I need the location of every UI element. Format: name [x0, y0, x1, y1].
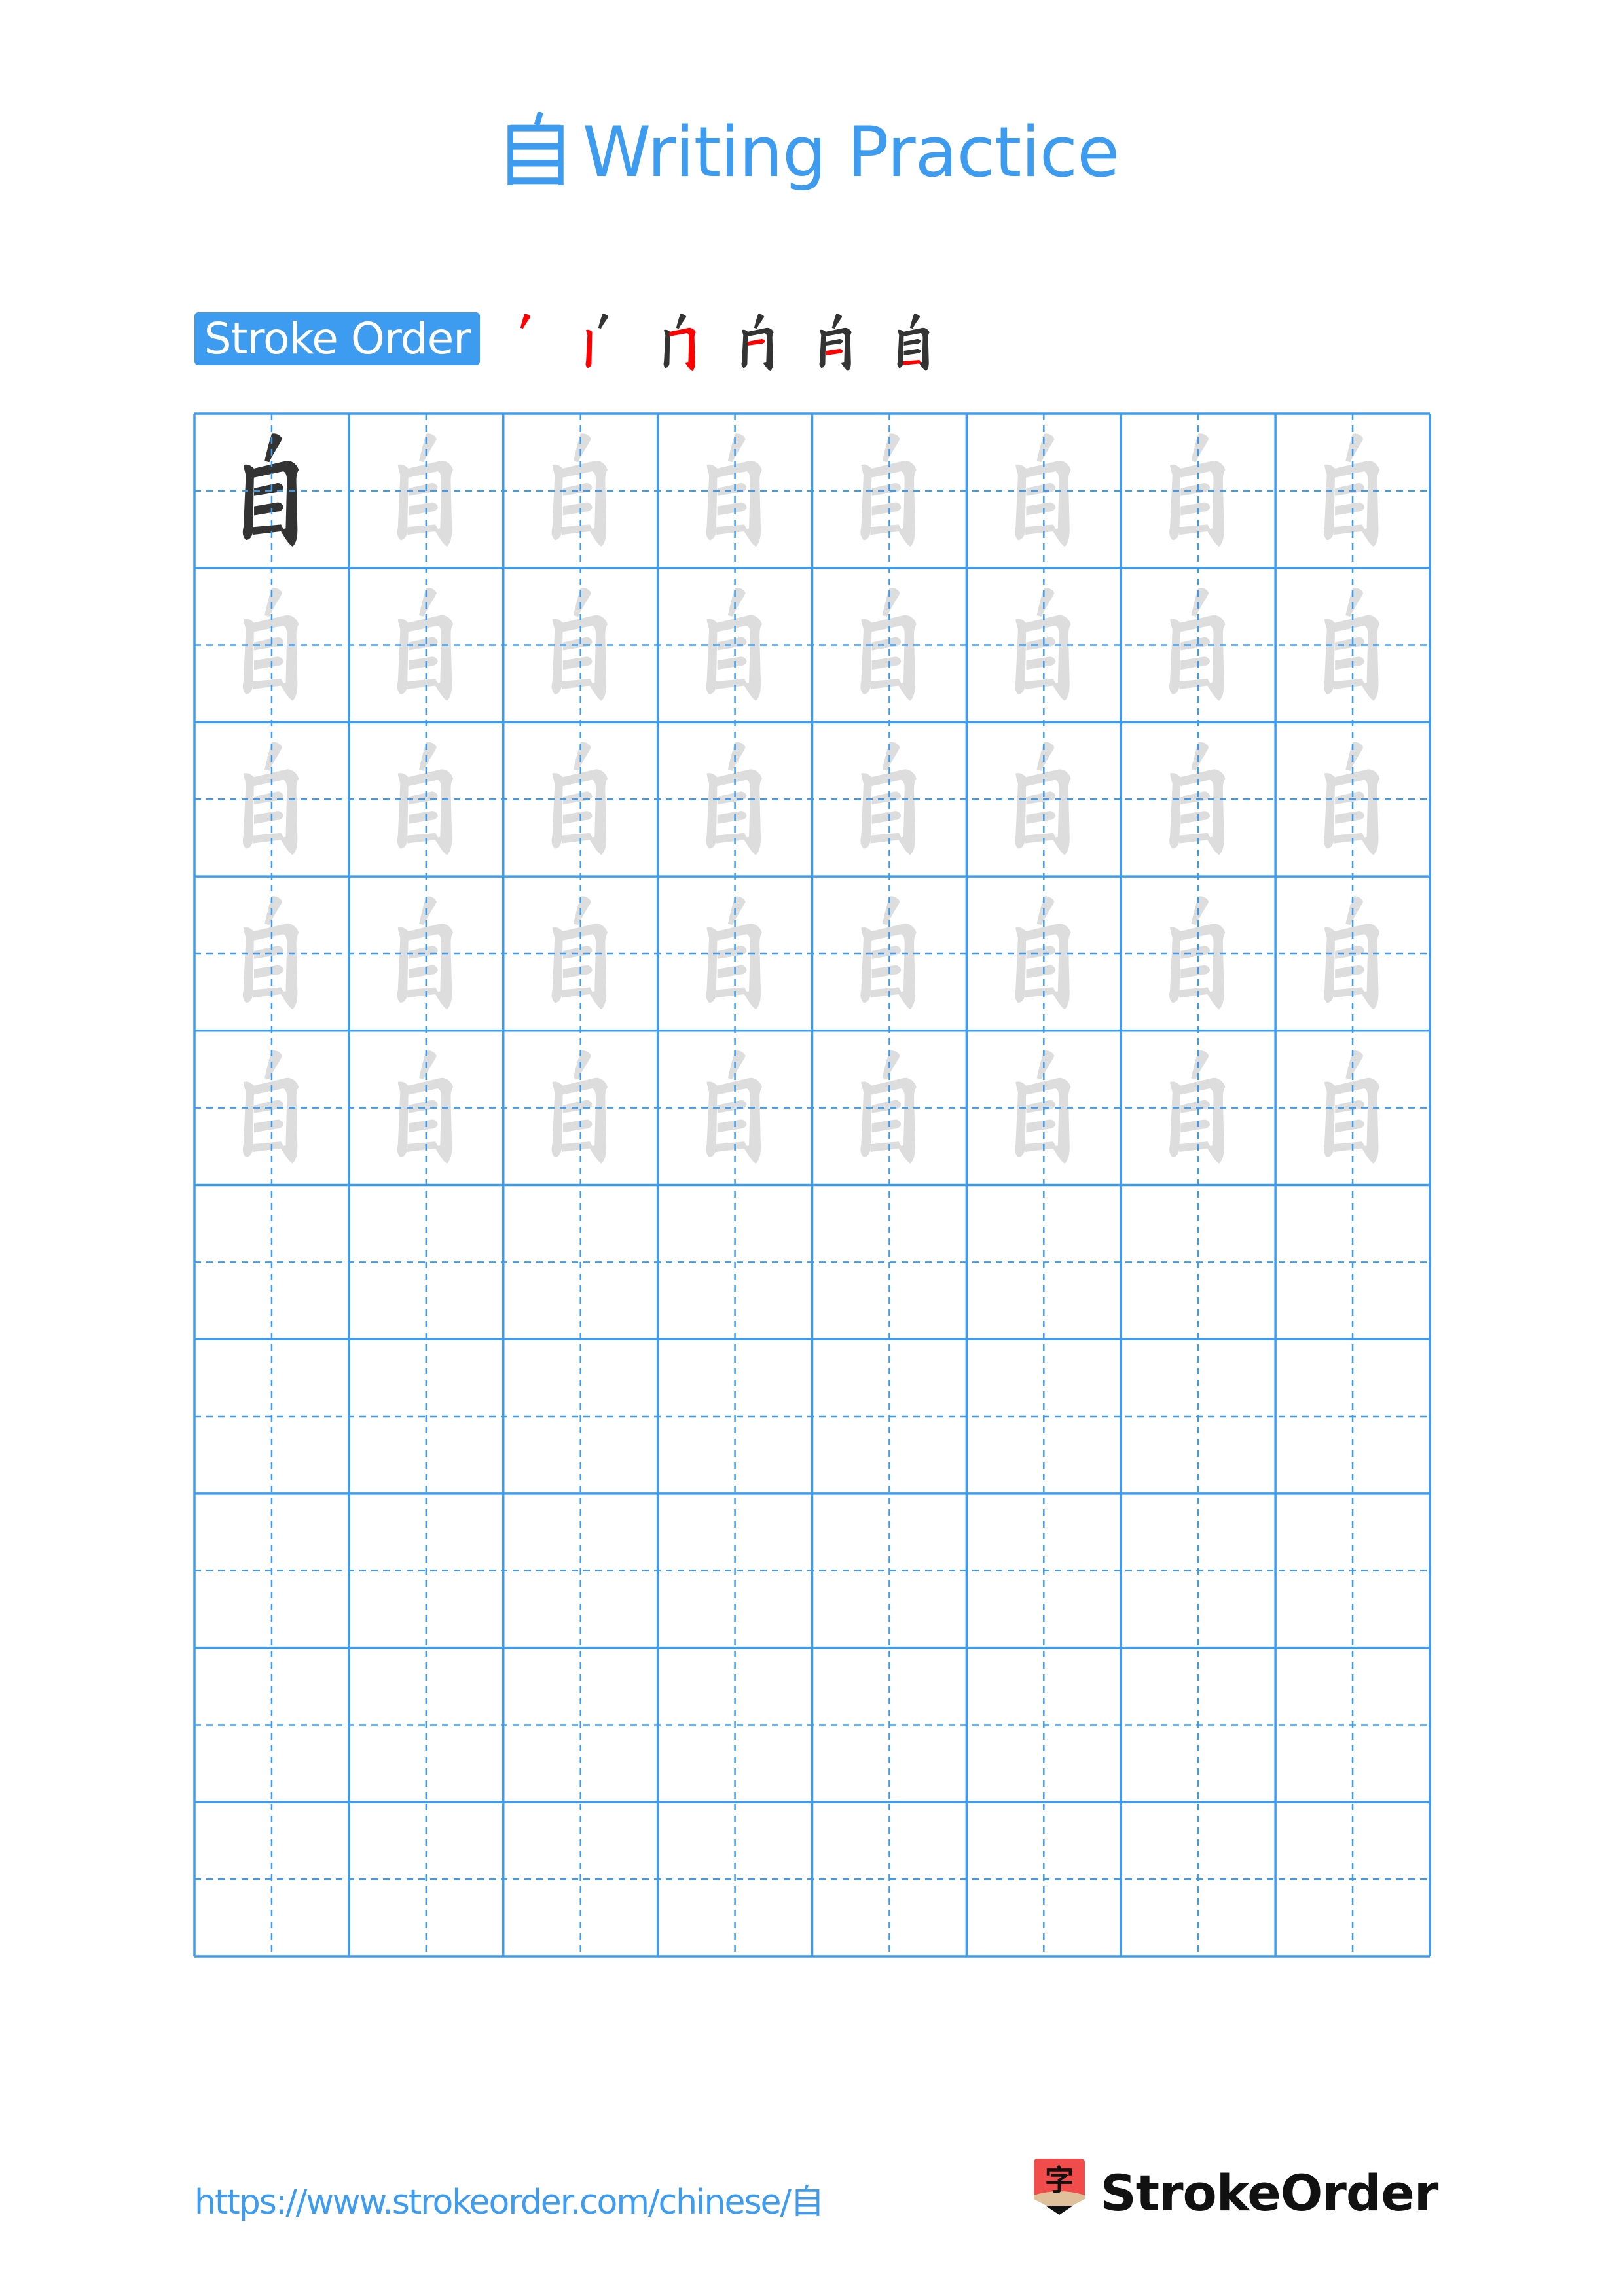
stroke-step-3 — [660, 310, 701, 376]
highlighted-stroke — [826, 349, 843, 355]
title-text: Writing Practice — [582, 112, 1120, 192]
stroke-step-5 — [816, 310, 856, 376]
stroke-step-6 — [894, 310, 934, 376]
completed-stroke — [826, 339, 843, 346]
completed-stroke — [676, 314, 687, 329]
completed-stroke — [741, 329, 748, 368]
brand-logo[interactable]: 字 StrokeOrder — [1030, 2159, 1438, 2227]
completed-stroke — [903, 339, 921, 346]
completed-stroke — [831, 314, 843, 329]
stroke-step-1 — [504, 310, 545, 376]
brand-name: StrokeOrder — [1101, 2163, 1438, 2222]
completed-stroke — [903, 349, 921, 355]
completed-stroke — [663, 329, 670, 368]
completed-stroke — [754, 314, 765, 329]
completed-stroke — [897, 329, 904, 368]
completed-stroke — [819, 329, 826, 368]
stroke-step-4 — [738, 310, 778, 376]
completed-stroke — [598, 314, 609, 329]
svg-text:字: 字 — [1045, 2164, 1074, 2197]
highlighted-stroke — [520, 314, 531, 329]
stroke-order-sequence — [504, 310, 934, 376]
page-title: Writing Practice — [0, 103, 1623, 202]
pencil-logo-icon: 字 — [1030, 2159, 1089, 2227]
stroke-order-badge: Stroke Order — [194, 312, 480, 365]
highlighted-stroke — [669, 327, 696, 371]
completed-stroke — [909, 314, 921, 329]
footer-url-link[interactable]: https://www.strokeorder.com/chinese/自 — [194, 2179, 824, 2225]
highlighted-stroke — [748, 339, 765, 346]
completed-stroke — [747, 327, 774, 371]
practice-grid-svg — [193, 412, 1431, 1958]
highlighted-stroke — [585, 329, 593, 368]
highlighted-stroke — [903, 360, 922, 365]
practice-grid — [193, 412, 1431, 1958]
stroke-step-2 — [582, 310, 623, 376]
title-character-icon — [504, 111, 567, 185]
